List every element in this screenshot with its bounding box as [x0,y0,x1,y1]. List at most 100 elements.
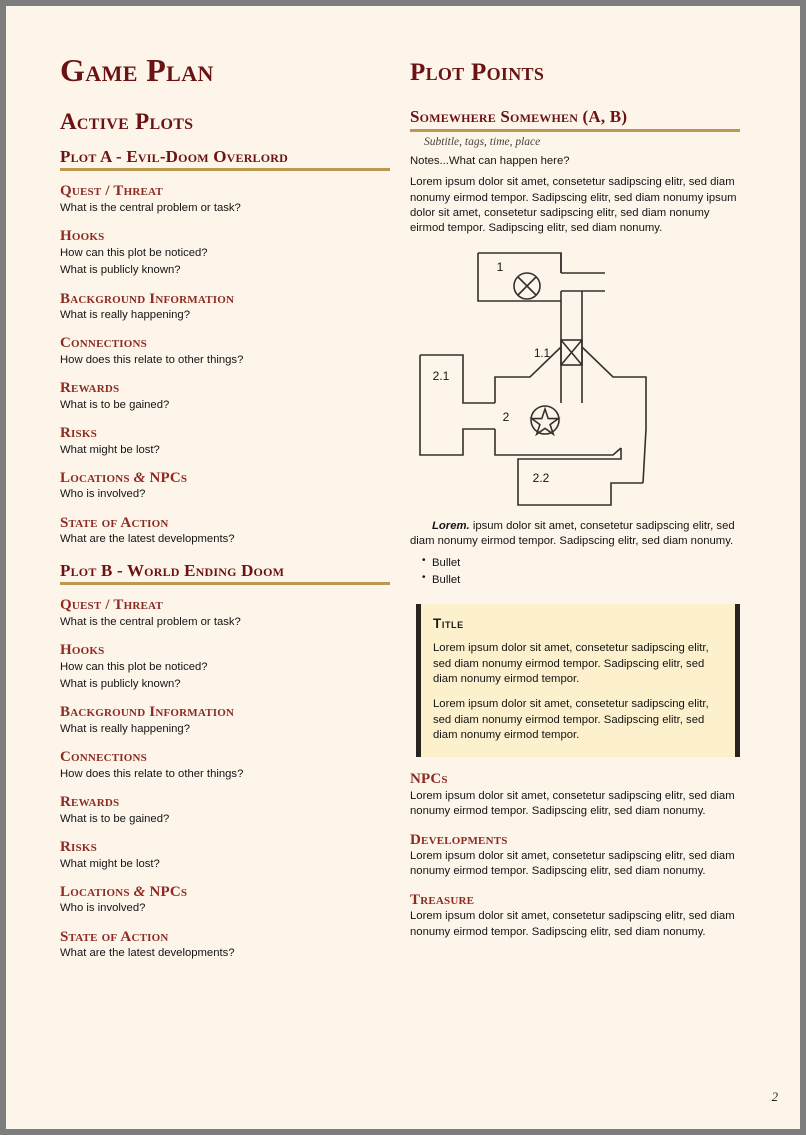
callout-title: Title [433,616,464,632]
plot-b-entry-locations-npcs: Locations & NPCs Who is involved? [60,884,390,917]
entry-heading: Hooks [60,642,105,659]
room-2-1-wall-left-bottom [419,354,495,456]
entry-heading: Rewards [60,380,120,397]
section-text: Lorem ipsum dolor sit amet, consetetur s… [410,789,735,818]
entry-line: What are the latest developments? [60,533,235,546]
entry-line: What are the latest developments? [60,947,235,960]
entry-heading: Quest / Threat [60,183,163,200]
entry-heading: Locations & NPCs [60,884,390,901]
plot-point-subtitle: Subtitle, tags, time, place [424,135,541,148]
plot-b-heading: Plot B - World Ending Doom [60,561,390,586]
room-2-1-wall-top [420,353,495,404]
right-column-title: Plot Points [410,59,545,86]
plot-b-entry-state-of-action: State of Action What are the latest deve… [60,929,390,962]
plot-a-entry-locations-npcs: Locations & NPCs Who is involved? [60,470,390,503]
section-heading: NPCs [410,771,448,788]
plot-a-heading: Plot A - Evil-Doom Overlord [60,147,390,172]
plot-b-entry-connections: Connections How does this relate to othe… [60,749,390,782]
entry-line: How can this plot be noticed? [60,660,208,673]
entry-line: What is to be gained? [60,398,170,411]
plot-a-entry-connections: Connections How does this relate to othe… [60,335,390,368]
section-heading: Developments [410,831,508,848]
section-text: Lorem ipsum dolor sit amet, consetetur s… [410,910,735,938]
section-treasure: Treasure Lorem ipsum dolor sit amet, con… [410,892,740,940]
map-room-label-1-1: 1.1 [534,348,550,360]
entry-line: What is publicly known? [60,264,181,277]
section-developments: Developments Lorem ipsum dolor sit amet,… [410,832,740,880]
room-2-wall-upper-left [494,346,562,403]
map-room-label-2-2: 2.2 [533,471,550,485]
entry-line: Who is involved? [60,902,146,915]
entry-heading: Connections [60,749,147,766]
section-text: Lorem ipsum dolor sit amet, consetetur s… [410,850,735,878]
plot-block-b: Plot B - World Ending Doom Quest / Threa… [60,561,390,962]
entry-heading: Risks [60,839,97,855]
dungeon-floorplan-map: 1 1.1 2.1 2 2.2 [410,243,740,511]
plot-point-post-map-paragraph: Lorem. ipsum dolor sit amet, consetetur … [410,519,740,550]
entry-heading: Hooks [60,228,105,245]
room-2-wall-lower-left [494,428,622,456]
entry-heading: Locations & NPCs [60,470,390,487]
entry-heading: Risks [60,425,97,442]
left-column: Game Plan Active Plots Plot A - Evil-Doo… [60,52,390,968]
entry-line: What is the central problem or task? [60,201,241,214]
plot-a-entry-risks: Risks What might be lost? [60,425,390,458]
plot-a-entry-hooks: Hooks How can this plot be noticed? What… [60,228,390,278]
entry-heading: Quest / Threat [60,597,163,614]
plot-a-entry-quest: Quest / Threat What is the central probl… [60,183,390,216]
circled-cross-marker-x [517,276,537,296]
plot-point-notes: Notes...What can happen here? [410,154,570,167]
entry-heading-post: NPCs [149,469,188,486]
entry-heading-pre: Locations [60,469,130,486]
plot-block-a: Plot A - Evil-Doom Overlord Quest / Thre… [60,147,390,548]
plot-a-entry-rewards: Rewards What is to be gained? [60,380,390,413]
entry-line: How does this relate to other things? [60,767,244,780]
section-npcs: NPCs Lorem ipsum dolor sit amet, consete… [410,771,740,819]
page-number: 2 [771,1090,778,1104]
map-room-label-2-1: 2.1 [433,369,450,383]
entry-heading: State of Action [60,928,169,945]
plot-point-heading: Somewhere Somewhen (A, B) [410,108,740,132]
entry-heading: Background Information [60,704,235,721]
entry-line: What is really happening? [60,722,190,735]
entry-heading: Rewards [60,794,120,811]
entry-line: What is to be gained? [60,812,170,825]
right-column: Plot Points Somewhere Somewhen (A, B) Su… [410,54,740,946]
document-page: Game Plan Active Plots Plot A - Evil-Doo… [6,6,800,1129]
entry-heading-pre: Locations [60,883,130,900]
ampersand-glyph: & [133,469,146,486]
entry-heading: State of Action [60,514,169,531]
plot-a-entry-background: Background Information What is really ha… [60,291,390,324]
entry-line: How can this plot be noticed? [60,246,208,259]
plot-b-entry-background: Background Information What is really ha… [60,704,390,737]
page-title: Game Plan [60,52,214,88]
callout-paragraph: Lorem ipsum dolor sit amet, consetetur s… [433,642,709,685]
entry-line: What might be lost? [60,443,160,456]
two-column-layout: Game Plan Active Plots Plot A - Evil-Doo… [6,6,800,1129]
map-room-label-1: 1 [497,260,504,274]
plot-b-entry-rewards: Rewards What is to be gained? [60,794,390,827]
room-1-wall-top [478,251,562,273]
plot-b-entry-risks: Risks What might be lost? [60,839,390,872]
list-item: Bullet [422,554,740,571]
plot-b-entry-hooks: Hooks How can this plot be noticed? What… [60,642,390,692]
room-2-2-right-wall [642,428,647,483]
entry-line: How does this relate to other things? [60,353,244,366]
door-cross-marker-x [560,339,583,366]
entry-line: What is really happening? [60,309,190,321]
map-room-label-2: 2 [503,410,510,424]
room-2-wall-upper-right [581,346,647,429]
entry-heading: Background Information [60,290,235,307]
entry-heading: Connections [60,335,147,352]
plot-point-intro-paragraph: Lorem ipsum dolor sit amet, consetetur s… [410,176,737,235]
floorplan-svg: 1 1.1 2.1 2 2.2 [419,251,647,506]
entry-line: What might be lost? [60,857,160,870]
callout-paragraph: Lorem ipsum dolor sit amet, consetetur s… [433,698,709,741]
plot-a-entry-state-of-action: State of Action What are the latest deve… [60,515,390,548]
entry-line: What is publicly known? [60,678,181,691]
section-heading: Treasure [410,891,475,908]
entry-line: Who is involved? [60,488,146,501]
entry-line: What is the central problem or task? [60,615,241,628]
ampersand-glyph: & [133,883,146,900]
plot-point-bullet-list: Bullet Bullet [410,554,740,588]
